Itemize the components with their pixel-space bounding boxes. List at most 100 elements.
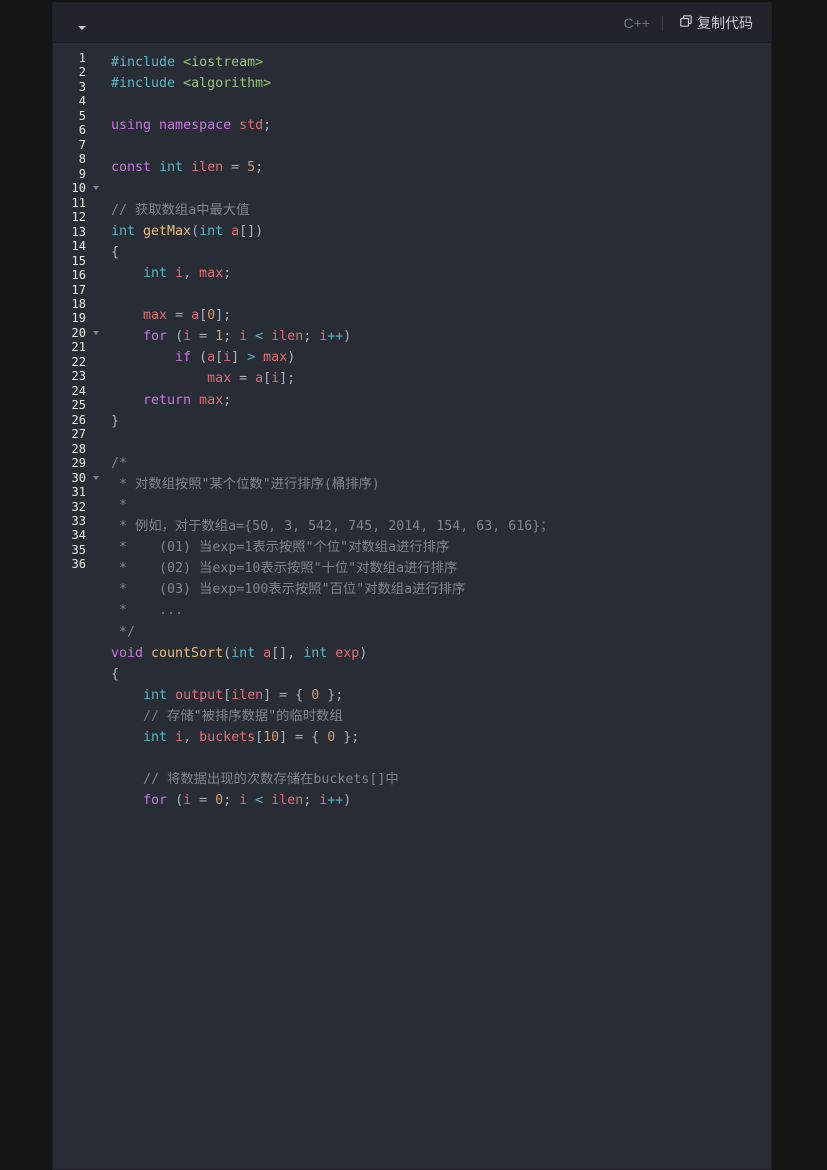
- line-number: 26: [53, 413, 105, 427]
- code-token: =: [239, 371, 256, 387]
- code-token: i: [239, 793, 256, 809]
- code-line: int i, buckets[10] = { 0 };: [111, 727, 771, 748]
- code-token: * ...: [111, 603, 184, 619]
- code-token: * 例如，对于数组a={50, 3, 542, 745, 2014, 154, …: [111, 519, 554, 535]
- line-number-text: 35: [71, 542, 86, 557]
- line-number: 34: [53, 528, 105, 542]
- code-line: int getMax(int a[]): [111, 221, 771, 242]
- code-token: // 存储"被排序数据"的临时数组: [143, 708, 343, 724]
- line-number-text: 25: [71, 398, 86, 413]
- copy-code-button[interactable]: 复制代码: [680, 13, 753, 33]
- code-token: // 将数据出现的次数存储在buckets[]中: [143, 772, 399, 788]
- code-line: // 将数据出现的次数存储在buckets[]中: [111, 769, 771, 790]
- line-number: 2: [53, 65, 105, 79]
- code-header: C++ 复制代码: [53, 3, 771, 43]
- code-line: * (03) 当exp=100表示按照"百位"对数组a进行排序: [111, 579, 771, 600]
- line-number: 33: [53, 514, 105, 528]
- code-token: max: [207, 371, 240, 387]
- code-token: ++: [327, 793, 344, 809]
- code-line: * ...: [111, 600, 771, 621]
- code-token: ;: [255, 160, 264, 176]
- code-line: #include <iostream>: [111, 52, 771, 73]
- line-number-text: 30: [71, 470, 86, 485]
- code-token: [: [263, 371, 272, 387]
- line-number: 23: [53, 369, 105, 383]
- code-token: i: [175, 265, 184, 281]
- line-number-text: 36: [71, 557, 86, 572]
- code-line: {: [111, 242, 771, 263]
- code-token: const: [111, 160, 160, 176]
- line-number-text: 10: [71, 181, 86, 196]
- line-number-text: 26: [71, 412, 86, 427]
- code-token: <algorithm>: [183, 76, 272, 92]
- line-number-text: 3: [78, 79, 86, 94]
- code-token: ];: [279, 371, 296, 387]
- code-token: if: [175, 350, 200, 366]
- code-token: []): [239, 223, 264, 239]
- code-token: max: [263, 350, 288, 366]
- line-number-text: 22: [71, 354, 86, 369]
- header-divider: [662, 16, 663, 31]
- code-line: max = a[i];: [111, 368, 771, 389]
- code-token: =: [199, 329, 216, 345]
- code-line: if (a[i] > max): [111, 347, 771, 368]
- line-number-text: 32: [71, 499, 86, 514]
- line-number-text: 9: [78, 166, 86, 181]
- line-number: 35: [53, 543, 105, 557]
- line-number: 6: [53, 123, 105, 137]
- code-token: a: [255, 371, 264, 387]
- code-line: * (01) 当exp=1表示按照"个位"对数组a进行排序: [111, 537, 771, 558]
- line-number: 12: [53, 210, 105, 224]
- code-token: =: [175, 308, 192, 324]
- collapse-triangle-icon[interactable]: [75, 18, 89, 30]
- line-number-text: 16: [71, 268, 86, 283]
- code-line: return max;: [111, 390, 771, 411]
- code-line: * 对数组按照"某个位数"进行排序(桶排序): [111, 474, 771, 495]
- code-token: ): [343, 329, 352, 345]
- line-number-text: 31: [71, 485, 86, 500]
- line-number-text: 7: [78, 137, 86, 152]
- code-token: };: [319, 687, 344, 703]
- line-number-text: 34: [71, 528, 86, 543]
- line-number: 29: [53, 456, 105, 470]
- code-token: namespace: [159, 118, 240, 134]
- code-token: ilen: [271, 329, 304, 345]
- code-line: * (02) 当exp=10表示按照"十位"对数组a进行排序: [111, 558, 771, 579]
- line-number: 14: [53, 239, 105, 253]
- fold-arrow-icon[interactable]: [93, 330, 99, 335]
- code-token: ): [287, 350, 296, 366]
- code-token: (: [175, 793, 184, 809]
- line-number: 32: [53, 500, 105, 514]
- line-number-text: 13: [71, 224, 86, 239]
- line-number-text: 20: [71, 325, 86, 340]
- line-number: 9: [53, 167, 105, 181]
- code-token: 1: [215, 329, 224, 345]
- fold-arrow-icon[interactable]: [93, 475, 99, 480]
- fold-arrow-icon[interactable]: [93, 186, 99, 191]
- code-token: 0: [207, 308, 216, 324]
- line-number: 21: [53, 340, 105, 354]
- code-token: };: [335, 730, 360, 745]
- code-token: ilen: [231, 687, 264, 703]
- code-token: #include: [111, 55, 184, 70]
- line-number-text: 4: [78, 94, 86, 109]
- line-number-text: 21: [71, 340, 86, 355]
- line-number: 30: [53, 471, 105, 485]
- code-token: 10: [263, 730, 280, 745]
- code-token: ;: [223, 793, 240, 809]
- line-number: 11: [53, 196, 105, 210]
- line-number: 10: [53, 181, 105, 195]
- line-number-text: 24: [71, 383, 86, 398]
- code-token: ): [359, 645, 368, 661]
- code-line: for (i = 0; i < ilen; i++): [111, 790, 771, 811]
- code-token: getMax: [143, 223, 192, 239]
- code-token: int: [143, 730, 176, 745]
- code-token: int: [231, 645, 264, 661]
- code-token: ;: [223, 265, 232, 281]
- line-number-text: 17: [71, 282, 86, 297]
